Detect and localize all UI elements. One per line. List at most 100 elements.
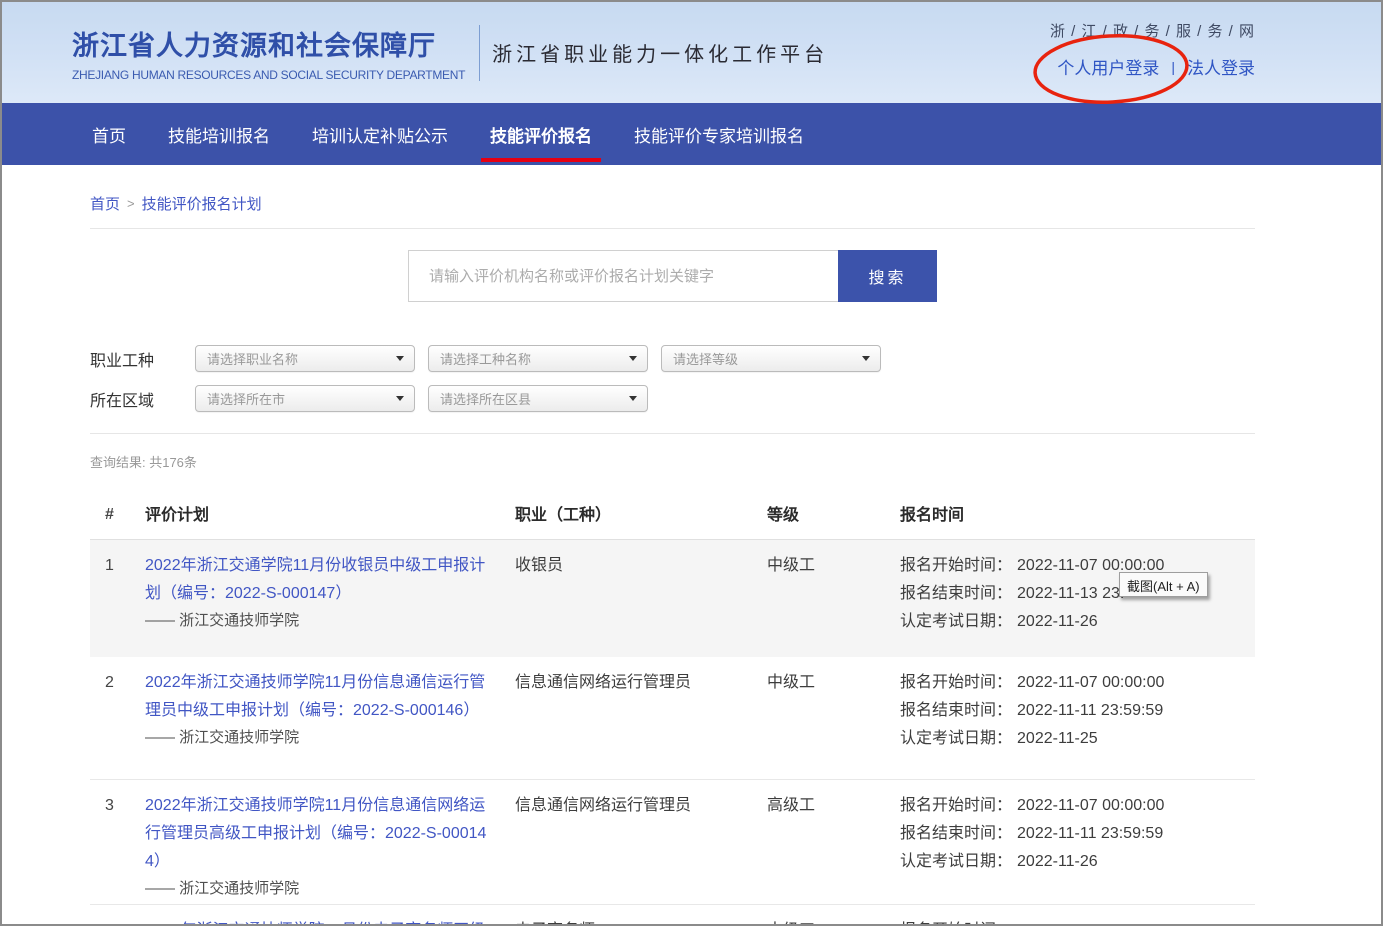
city-select-value: 请选择所在市 (207, 389, 285, 408)
row-index: 1 (90, 552, 145, 657)
nav-item-expert-training[interactable]: 技能评价专家培训报名 (634, 103, 804, 165)
work-type-select-value: 请选择工种名称 (440, 349, 531, 368)
table-row: 2 2022年浙江交通技师学院11月份信息通信运行管理员中级工申报计划（编号：2… (90, 657, 1255, 780)
start-time-label: 报名开始时间： (900, 557, 1012, 574)
end-time-label: 报名结束时间： (900, 585, 1012, 602)
gov-service-net-label: 浙 / 江 / 政 / 务 / 服 / 务 / 网 (1050, 20, 1255, 41)
row-index: 3 (90, 792, 145, 904)
result-count: 查询结果: 共176条 (90, 452, 1255, 471)
level-select-value: 请选择等级 (673, 349, 738, 368)
search-input[interactable] (408, 250, 838, 302)
exam-date-label: 认定考试日期： (900, 613, 1012, 630)
end-time-label: 报名结束时间： (900, 702, 1012, 719)
end-time-label: 报名结束时间： (900, 825, 1012, 842)
header-right: 浙 / 江 / 政 / 务 / 服 / 务 / 网 个人用户登录 | 法人登录 (1050, 20, 1255, 79)
col-header-plan: 评价计划 (145, 501, 515, 529)
breadcrumb: 首页 > 技能评价报名计划 (90, 193, 1255, 214)
plan-org: —— 浙江交通技师学院 (145, 727, 497, 749)
exam-date-value: 2022-11-25 (1017, 730, 1098, 747)
start-time-label: 报名开始时间： (900, 674, 1012, 691)
search-button[interactable]: 搜索 (838, 250, 937, 302)
main-content: 首页 > 技能评价报名计划 搜索 职业工种 请选择职业名称 请选择工种名称 (90, 193, 1255, 926)
start-time-label: 报名开始时间： (900, 922, 1012, 926)
logo-subtitle: ZHEJIANG HUMAN RESOURCES AND SOCIAL SECU… (72, 68, 465, 82)
divider (90, 228, 1255, 229)
work-type-select[interactable]: 请选择工种名称 (428, 345, 648, 372)
platform-title: 浙江省职业能力一体化工作平台 (492, 38, 828, 67)
region-filter-row: 所在区域 请选择所在市 请选择所在区县 (90, 385, 1255, 412)
header-divider (479, 25, 480, 81)
filter-section: 职业工种 请选择职业名称 请选择工种名称 请选择等级 (90, 345, 1255, 412)
row-times: 报名开始时间： 2022-11-07 00:00:00 报名结束时间： 2022-1… (900, 669, 1255, 779)
level-select[interactable]: 请选择等级 (661, 345, 881, 372)
region-filter-label: 所在区域 (90, 387, 195, 411)
row-level: 中级工 (767, 669, 900, 779)
end-time-value: 2022-11-11 23:59:59 (1017, 825, 1163, 842)
occupation-name-select-value: 请选择职业名称 (207, 349, 298, 368)
row-times: 报名开始时间： 2022-11-07 00:00:00 报名结束时间： 2022-1… (900, 792, 1255, 904)
row-occupation: 收银员 (515, 552, 767, 657)
district-select[interactable]: 请选择所在区县 (428, 385, 648, 412)
chevron-down-icon (396, 356, 404, 361)
city-select[interactable]: 请选择所在市 (195, 385, 415, 412)
plan-org: —— 浙江交通技师学院 (145, 610, 497, 632)
table-row: 1 2022年浙江交通学院11月份收银员中级工申报计划（编号：2022-S-00… (90, 540, 1255, 657)
chevron-down-icon (629, 396, 637, 401)
row-index: 4 (90, 917, 145, 926)
end-time-value: 2022-11-13 23: (1017, 585, 1124, 602)
department-logo: 浙江省人力资源和社会保障厅 ZHEJIANG HUMAN RESOURCES A… (72, 24, 465, 82)
login-separator: | (1171, 59, 1175, 75)
row-level: 中级工 (767, 917, 900, 926)
exam-date-value: 2022-11-26 (1017, 613, 1098, 630)
plan-title-link[interactable]: 2022年浙江交通技师学院11月份信息通信网络运行管理员高级工申报计划（编号：2… (145, 792, 497, 876)
nav-item-home[interactable]: 首页 (92, 103, 126, 165)
nav-item-subsidy-publicity[interactable]: 培训认定补贴公示 (312, 103, 448, 165)
exam-date-label: 认定考试日期： (900, 853, 1012, 870)
nav-item-skill-evaluation[interactable]: 技能评价报名 (490, 103, 592, 165)
nav-item-skill-training[interactable]: 技能培训报名 (168, 103, 270, 165)
table-row: 4 2022年浙江交通技师学院11月份电子商务师四级 电子商务师 中级工 报名开… (90, 905, 1255, 926)
chevron-down-icon (629, 356, 637, 361)
row-index: 2 (90, 669, 145, 779)
plan-org: —— 浙江交通技师学院 (145, 878, 497, 900)
plan-title-link[interactable]: 2022年浙江交通技师学院11月份电子商务师四级 (145, 917, 497, 926)
divider (90, 433, 1255, 434)
breadcrumb-home[interactable]: 首页 (90, 193, 120, 214)
col-header-occupation: 职业（工种） (515, 501, 767, 529)
table-row: 3 2022年浙江交通技师学院11月份信息通信网络运行管理员高级工申报计划（编号… (90, 780, 1255, 905)
row-occupation: 信息通信网络运行管理员 (515, 669, 767, 779)
logo-title: 浙江省人力资源和社会保障厅 (72, 24, 465, 63)
chevron-down-icon (396, 396, 404, 401)
col-header-level: 等级 (767, 501, 900, 529)
main-nav: 首页 技能培训报名 培训认定补贴公示 技能评价报名 技能评价专家培训报名 (2, 103, 1381, 165)
start-time-value: 2022-11-07 00:00:00 (1017, 674, 1164, 691)
col-header-time: 报名时间 (900, 501, 1255, 529)
row-level: 高级工 (767, 792, 900, 904)
occupation-filter-row: 职业工种 请选择职业名称 请选择工种名称 请选择等级 (90, 345, 1255, 372)
row-occupation: 电子商务师 (515, 917, 767, 926)
breadcrumb-current: 技能评价报名计划 (142, 193, 262, 214)
row-level: 中级工 (767, 552, 900, 657)
page: 浙江省人力资源和社会保障厅 ZHEJIANG HUMAN RESOURCES A… (0, 0, 1383, 926)
corporate-login-link[interactable]: 法人登录 (1187, 54, 1255, 79)
row-times: 报名开始时间：2022-11-07 00:00:00 报名结束时间：2022-1… (900, 552, 1255, 657)
row-times: 报名开始时间： 2022-11-01 00:00:00 (900, 917, 1255, 926)
end-time-value: 2022-11-11 23:59:59 (1017, 702, 1163, 719)
table-header: # 评价计划 职业（工种） 等级 报名时间 (90, 489, 1255, 540)
plan-title-link[interactable]: 2022年浙江交通学院11月份收银员中级工申报计划（编号：2022-S-0001… (145, 552, 497, 608)
exam-date-value: 2022-11-26 (1017, 853, 1098, 870)
screenshot-tooltip: 截图(Alt + A) (1119, 572, 1208, 597)
login-links: 个人用户登录 | 法人登录 (1057, 54, 1255, 79)
district-select-value: 请选择所在区县 (440, 389, 531, 408)
row-occupation: 信息通信网络运行管理员 (515, 792, 767, 904)
search-bar: 搜索 (90, 250, 1255, 302)
occupation-name-select[interactable]: 请选择职业名称 (195, 345, 415, 372)
chevron-down-icon (862, 356, 870, 361)
exam-date-label: 认定考试日期： (900, 730, 1012, 747)
start-time-value: 2022-11-07 00:00:00 (1017, 797, 1164, 814)
plan-title-link[interactable]: 2022年浙江交通技师学院11月份信息通信运行管理员中级工申报计划（编号：202… (145, 669, 497, 725)
start-time-label: 报名开始时间： (900, 797, 1012, 814)
header: 浙江省人力资源和社会保障厅 ZHEJIANG HUMAN RESOURCES A… (2, 2, 1381, 103)
personal-login-link[interactable]: 个人用户登录 (1057, 54, 1159, 79)
start-time-value: 2022-11-01 00:00:00 (1017, 922, 1164, 926)
